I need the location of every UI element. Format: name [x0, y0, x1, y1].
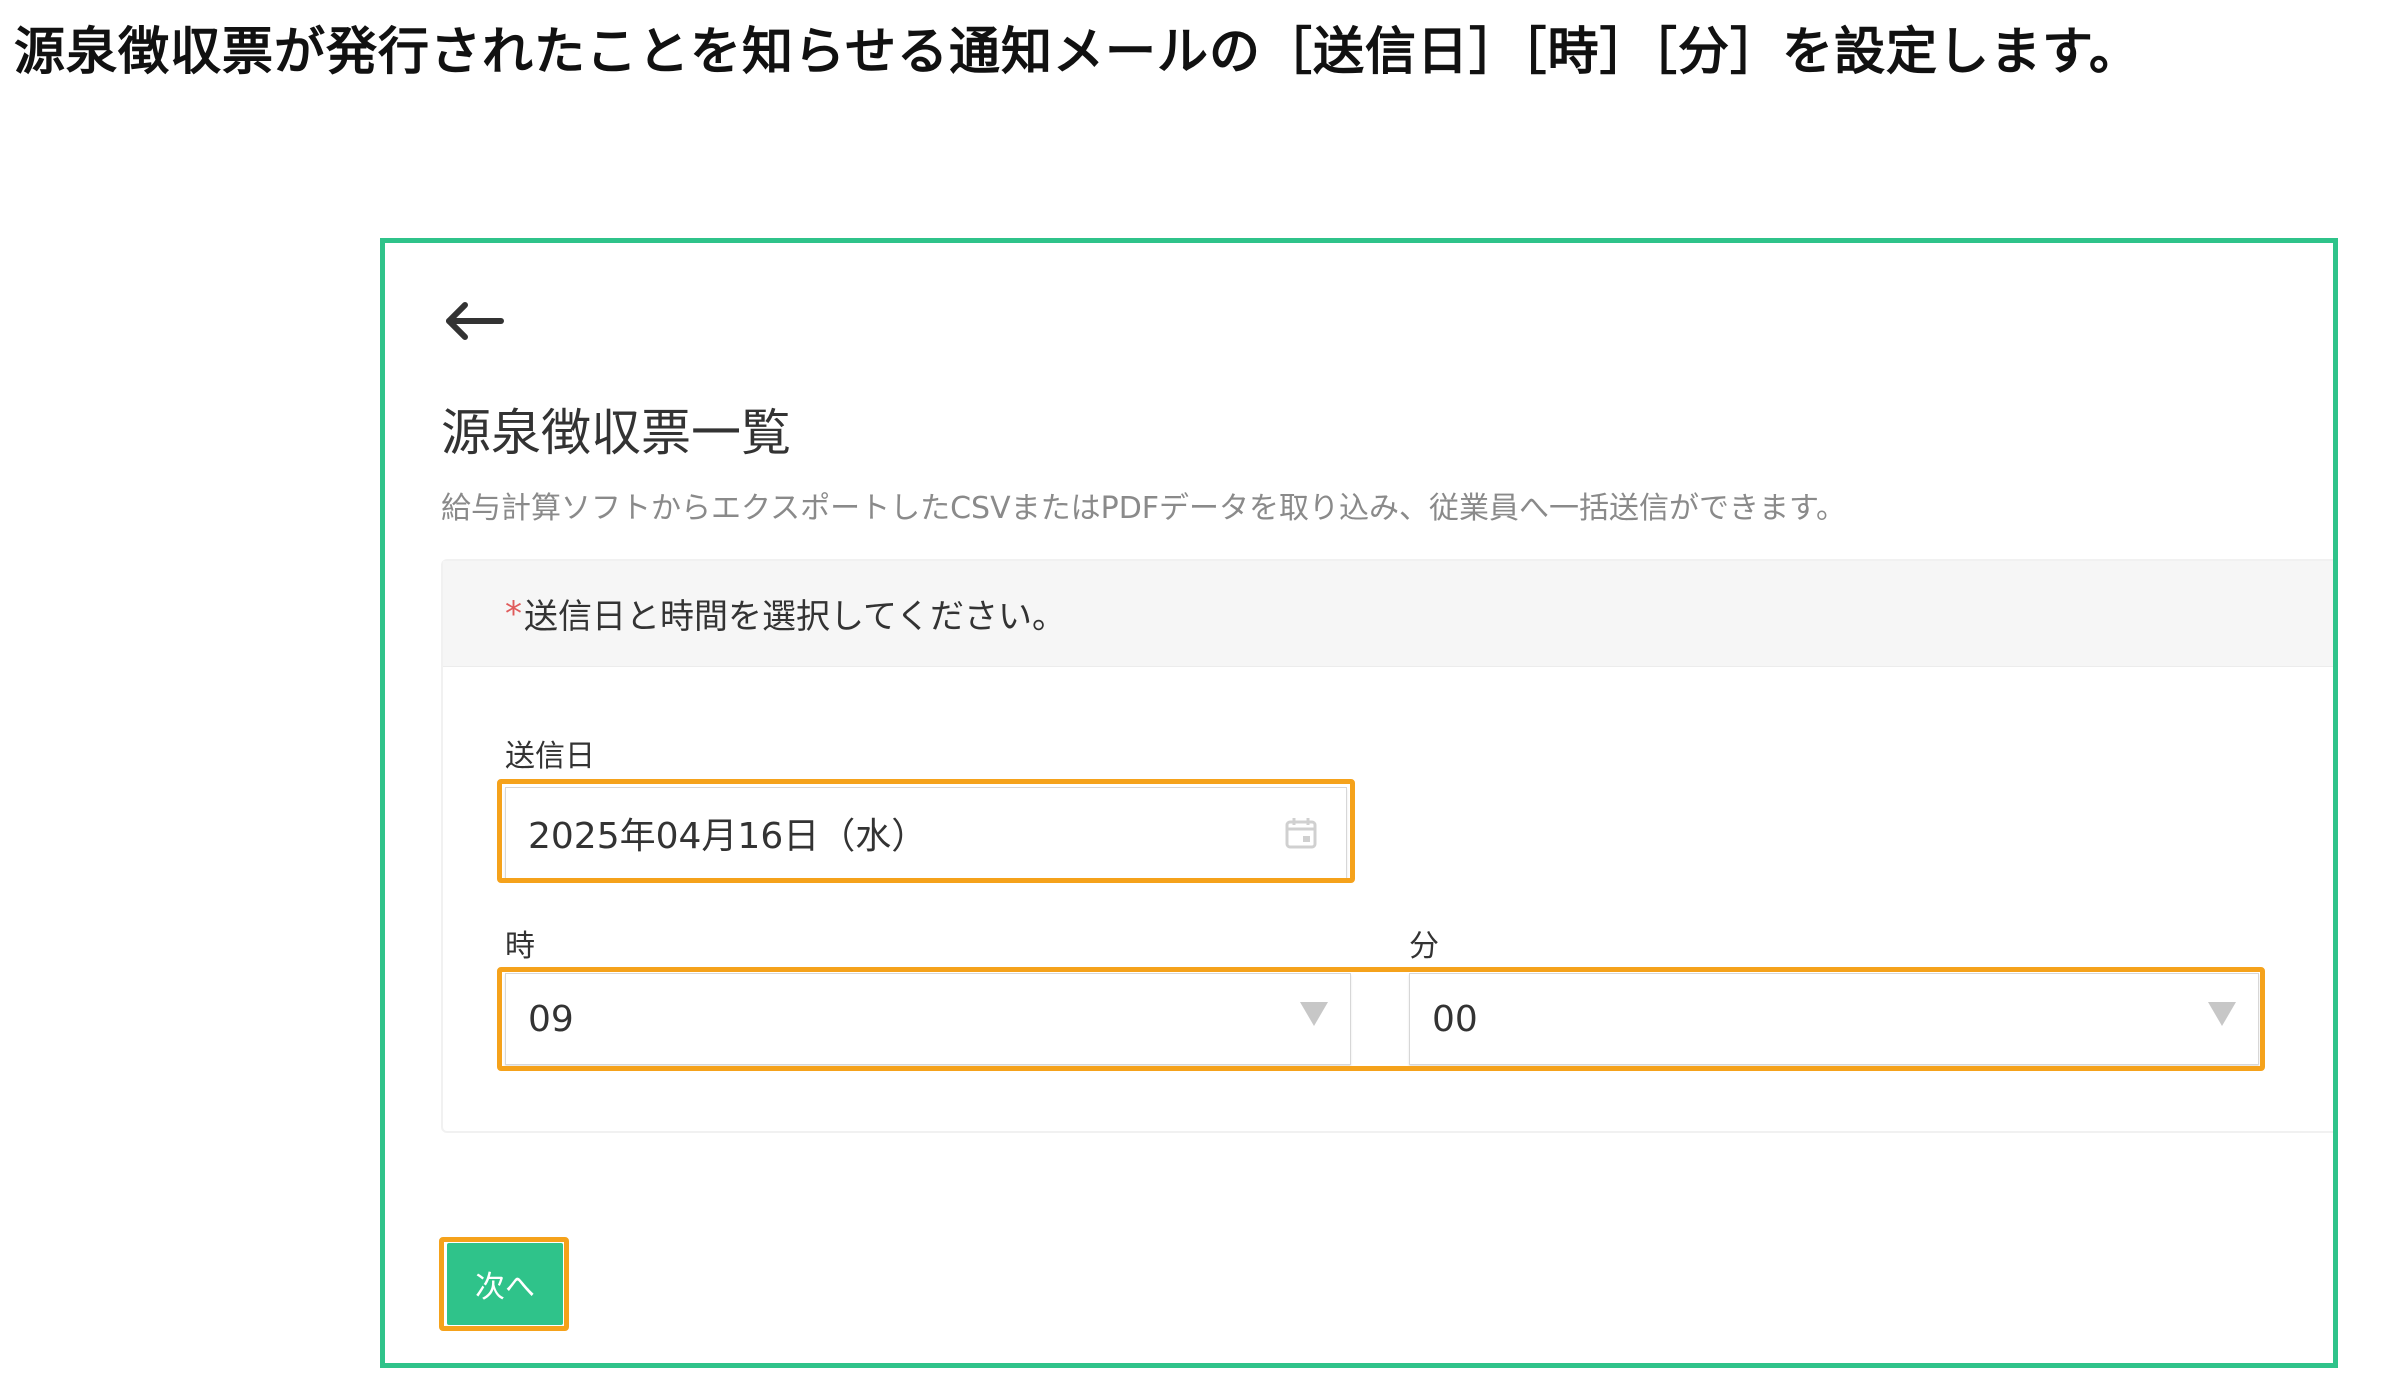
hour-label: 時 [505, 929, 535, 964]
chevron-down-icon [2208, 1002, 2236, 1026]
chevron-down-icon [1300, 1002, 1328, 1026]
arrow-left-icon[interactable] [441, 299, 505, 343]
send-date-label: 送信日 [505, 739, 595, 774]
card-header: * 送信日と時間を選択してください。 [443, 561, 2333, 667]
calendar-icon[interactable] [1284, 816, 1318, 850]
screenshot-frame: 源泉徴収票一覧 給与計算ソフトからエクスポートしたCSVまたはPDFデータを取り… [380, 238, 2338, 1368]
minute-value: 00 [1432, 998, 1478, 1040]
hour-value: 09 [528, 998, 574, 1040]
send-date-value: 2025年04月16日（水） [528, 816, 928, 857]
send-date-input[interactable]: 2025年04月16日（水） [505, 787, 1347, 879]
minute-label: 分 [1409, 929, 1439, 964]
send-settings-card: * 送信日と時間を選択してください。 送信日 2025年04月16日（水） 時 … [441, 559, 2333, 1133]
page-description: 給与計算ソフトからエクスポートしたCSVまたはPDFデータを取り込み、従業員へ一… [441, 491, 1847, 526]
schedule-prompt: 送信日と時間を選択してください。 [524, 597, 1066, 637]
hour-select[interactable]: 09 [505, 973, 1351, 1065]
instruction-heading: 源泉徴収票が発行されたことを知らせる通知メールの［送信日］［時］［分］を設定しま… [14, 23, 2141, 82]
page-title: 源泉徴収票一覧 [441, 404, 791, 462]
next-button[interactable]: 次へ [447, 1243, 563, 1325]
minute-select[interactable]: 00 [1409, 973, 2259, 1065]
required-mark: * [505, 593, 522, 634]
